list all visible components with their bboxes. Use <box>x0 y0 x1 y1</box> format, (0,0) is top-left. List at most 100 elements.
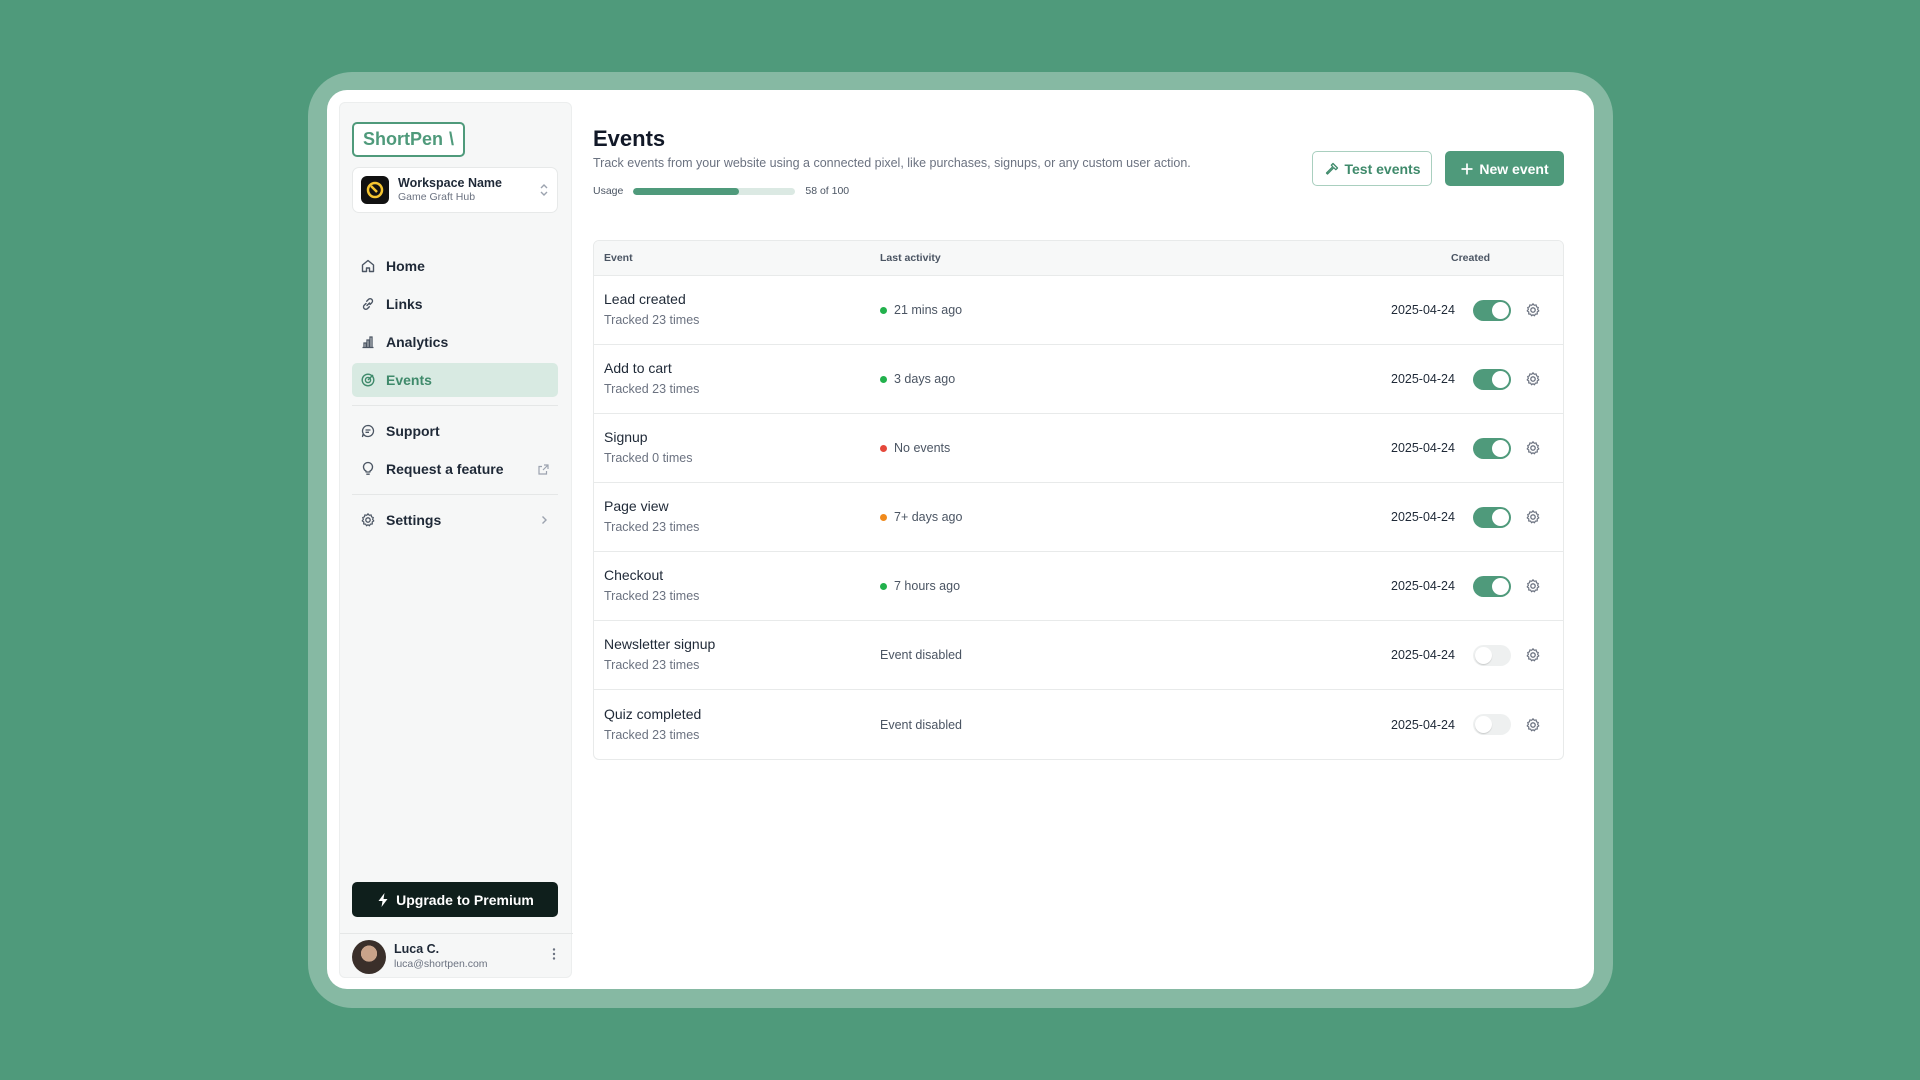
column-header-event: Event <box>604 252 633 264</box>
table-row[interactable]: Page view Tracked 23 times 7+ days ago 2… <box>594 483 1563 552</box>
test-events-label: Test events <box>1344 160 1421 177</box>
chevron-right-icon <box>542 516 547 524</box>
usage-label: Usage <box>593 185 624 197</box>
last-activity-text: 7 hours ago <box>894 579 961 593</box>
created-date: 2025-04-24 <box>1391 303 1455 317</box>
sidebar-item-events[interactable]: Events <box>352 363 558 397</box>
upgrade-button[interactable]: Upgrade to Premium <box>352 882 558 917</box>
created-date: 2025-04-24 <box>1391 717 1455 732</box>
usage-count: 58 of 100 <box>805 185 850 197</box>
event-tracked-count: Tracked 23 times <box>604 382 700 397</box>
event-tracked-count: Tracked 23 times <box>604 313 700 328</box>
avatar <box>352 939 386 974</box>
gear-icon[interactable] <box>1525 509 1541 525</box>
usage-meter: Usage 58 of 100 <box>593 185 849 197</box>
event-enabled-toggle[interactable] <box>1473 506 1511 528</box>
event-tracked-count: Tracked 23 times <box>604 589 700 604</box>
event-name: Quiz completed <box>604 705 702 722</box>
event-name: Newsletter signup <box>604 636 716 653</box>
event-name: Add to cart <box>604 360 672 377</box>
plus-icon <box>1461 163 1473 174</box>
event-enabled-toggle[interactable] <box>1473 714 1511 735</box>
last-activity-text: 7+ days ago <box>894 510 963 524</box>
table-row[interactable]: Newsletter signup Tracked 23 times Event… <box>594 621 1563 690</box>
last-activity: 7 hours ago <box>880 579 1391 593</box>
test-events-button[interactable]: Test events <box>1312 151 1432 186</box>
user-name: Luca C. <box>394 942 440 957</box>
status-dot <box>880 582 887 590</box>
logo-text: ShortPen <box>363 129 444 149</box>
last-activity-text: Event disabled <box>880 648 963 662</box>
table-row[interactable]: Add to cart Tracked 23 times 3 days ago … <box>594 345 1563 414</box>
created-date: 2025-04-24 <box>1391 648 1455 662</box>
event-enabled-toggle[interactable] <box>1473 299 1511 321</box>
event-name: Checkout <box>604 567 664 584</box>
event-tracked-count: Tracked 23 times <box>604 727 700 742</box>
status-dot <box>880 306 887 314</box>
page-subtitle: Track events from your website using a c… <box>593 156 1191 170</box>
workspace-switcher[interactable]: Workspace Name Game Graft Hub <box>352 167 558 213</box>
sidebar-item-support[interactable]: Support <box>352 414 558 448</box>
main-content: Events Track events from your website us… <box>593 90 1594 989</box>
event-enabled-toggle[interactable] <box>1473 575 1511 597</box>
created-date: 2025-04-24 <box>1391 579 1455 593</box>
sidebar-item-label: Request a feature <box>386 461 504 477</box>
event-enabled-toggle[interactable] <box>1473 368 1511 390</box>
page-title: Events <box>593 126 666 151</box>
nav-divider <box>352 405 558 406</box>
last-activity: Event disabled <box>880 648 1391 662</box>
bolt-icon <box>378 892 388 907</box>
kebab-icon[interactable] <box>547 947 561 966</box>
created-date: 2025-04-24 <box>1391 372 1455 386</box>
event-name: Signup <box>604 429 648 446</box>
lightbulb-icon <box>362 461 374 475</box>
event-tracked-count: Tracked 0 times <box>604 451 693 466</box>
gear-icon[interactable] <box>1525 371 1541 387</box>
table-row[interactable]: Lead created Tracked 23 times 21 mins ag… <box>594 276 1563 345</box>
sidebar-item-label: Events <box>386 372 432 388</box>
last-activity-text: Event disabled <box>880 717 963 732</box>
gear-icon[interactable] <box>1525 578 1541 594</box>
upgrade-label: Upgrade to Premium <box>396 891 534 908</box>
sidebar-item-analytics[interactable]: Analytics <box>352 325 558 359</box>
event-enabled-toggle[interactable] <box>1473 644 1511 666</box>
last-activity: 7+ days ago <box>880 510 1391 524</box>
last-activity: Event disabled <box>880 718 1391 732</box>
workspace-subtitle: Game Graft Hub <box>398 191 476 204</box>
user-profile[interactable]: Luca C. luca@shortpen.com <box>340 933 573 979</box>
gear-icon[interactable] <box>1525 302 1541 318</box>
column-header-last-activity: Last activity <box>880 252 941 264</box>
chat-icon <box>361 424 375 438</box>
event-name: Lead created <box>604 291 686 308</box>
sidebar-item-label: Home <box>386 258 425 274</box>
logo[interactable]: ShortPen \ <box>352 122 466 157</box>
status-dot <box>880 444 887 452</box>
sidebar-item-home[interactable]: Home <box>352 249 558 283</box>
table-row[interactable]: Signup Tracked 0 times No events 2025-04… <box>594 414 1563 483</box>
gear-icon[interactable] <box>1525 647 1541 663</box>
new-event-button[interactable]: New event <box>1445 151 1564 186</box>
sidebar: ShortPen \ Workspace Name Game Graft Hub… <box>339 102 573 979</box>
gear-icon[interactable] <box>1525 440 1541 456</box>
event-name: Page view <box>604 498 669 515</box>
sidebar-item-label: Analytics <box>386 334 449 350</box>
new-event-label: New event <box>1479 160 1549 177</box>
table-row[interactable]: Quiz completed Tracked 23 times Event di… <box>594 690 1563 759</box>
last-activity-text: 21 mins ago <box>894 303 963 317</box>
last-activity: 3 days ago <box>880 372 1391 386</box>
app-window: ShortPen \ Workspace Name Game Graft Hub… <box>327 90 1594 989</box>
created-date: 2025-04-24 <box>1391 441 1455 455</box>
status-dot <box>880 513 887 521</box>
sidebar-item-request-feature[interactable]: Request a feature <box>352 452 558 486</box>
event-enabled-toggle[interactable] <box>1473 437 1511 459</box>
gear-icon <box>361 513 375 527</box>
created-date: 2025-04-24 <box>1391 510 1455 524</box>
events-table: Event Last activity Created Lead created… <box>593 240 1564 760</box>
gear-icon[interactable] <box>1525 717 1541 733</box>
sidebar-item-settings[interactable]: Settings <box>352 503 558 537</box>
sidebar-item-label: Settings <box>386 512 442 528</box>
last-activity-text: No events <box>894 441 951 455</box>
hammer-icon <box>1325 162 1338 175</box>
sidebar-item-links[interactable]: Links <box>352 287 558 321</box>
table-row[interactable]: Checkout Tracked 23 times 7 hours ago 20… <box>594 552 1563 621</box>
